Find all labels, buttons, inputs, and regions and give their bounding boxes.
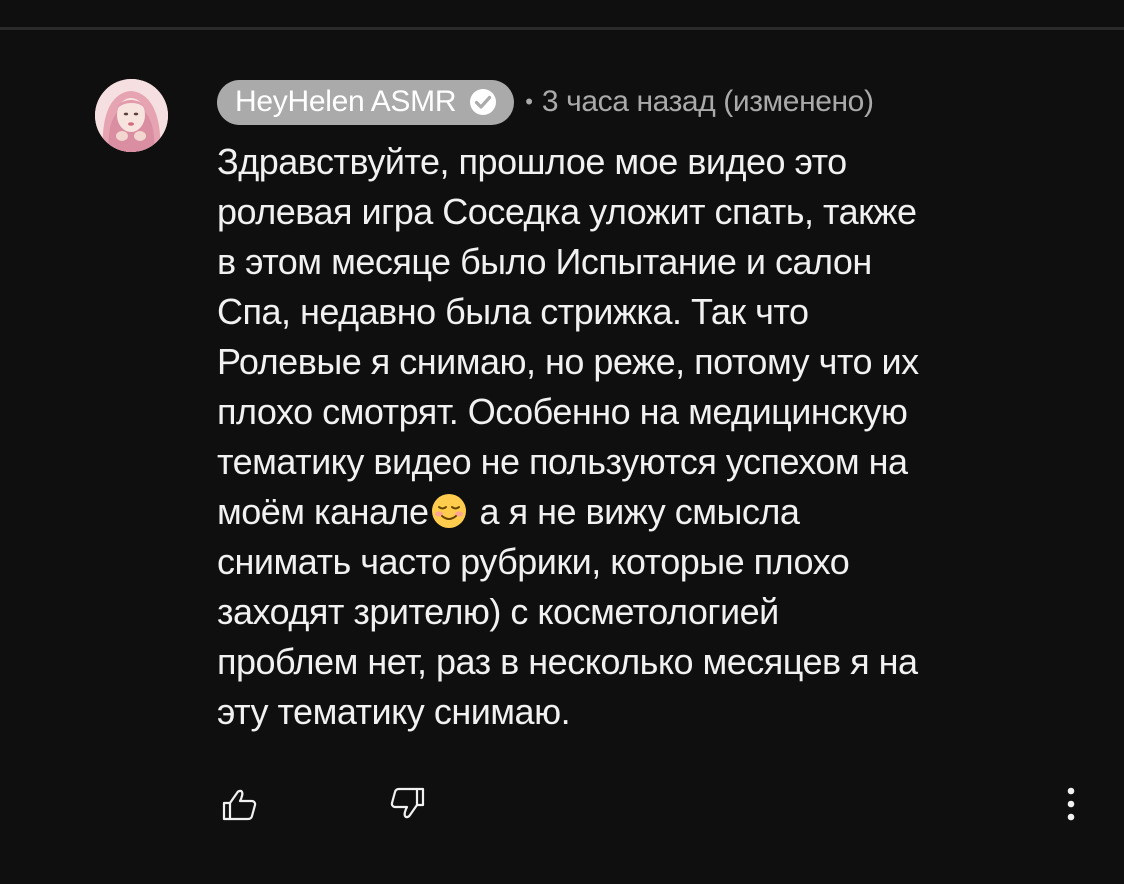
separator-dot: • <box>525 89 533 114</box>
smiling-face-emoji-icon <box>431 494 466 528</box>
comment: HeyHelen ASMR • 3 часа назад (изменено) … <box>217 78 1097 737</box>
comment-text: Здравствуйте, прошлое мое видео это роле… <box>217 137 1087 737</box>
comment-line-with-emoji: моём канале а я не вижу смысла <box>217 487 1087 537</box>
avatar-image <box>95 79 168 152</box>
thumbs-up-icon <box>222 789 257 821</box>
dislike-button[interactable] <box>386 782 430 826</box>
comment-line: в этом месяце было Испытание и салон <box>217 241 872 282</box>
comment-line: тематику видео не пользуются успехом на <box>217 441 908 482</box>
comment-fragment: моём канале <box>217 491 429 532</box>
comment-header: HeyHelen ASMR • 3 часа назад (изменено) <box>217 78 1097 126</box>
like-button[interactable] <box>217 782 261 826</box>
comment-fragment: а я не вижу смысла <box>479 491 800 532</box>
comment-timestamp: 3 часа назад (изменено) <box>541 85 874 118</box>
more-options-button[interactable] <box>1054 780 1088 828</box>
more-vertical-icon <box>1067 787 1075 821</box>
author-chip[interactable]: HeyHelen ASMR <box>217 79 515 125</box>
comment-line: эту тематику снимаю. <box>217 691 571 732</box>
thumbs-down-icon <box>390 787 425 819</box>
comment-line: проблем нет, раз в несколько месяцев я н… <box>217 641 918 682</box>
comment-line: Ролевые я снимаю, но реже, потому что их <box>217 341 919 382</box>
comment-line: Спа, недавно была стрижка. Так что <box>217 291 809 332</box>
comment-line: заходят зрителю) с косметологией <box>217 591 779 632</box>
comment-line: Здравствуйте, прошлое мое видео это <box>217 141 847 182</box>
comment-line: ролевая игра Соседка уложит спать, также <box>217 191 917 232</box>
author-name: HeyHelen ASMR <box>235 85 457 118</box>
verified-check-icon <box>470 89 497 115</box>
comment-line: снимать часто рубрики, которые плохо <box>217 541 850 582</box>
avatar[interactable] <box>95 79 168 152</box>
comment-line: плохо смотрят. Особенно на медицинскую <box>217 391 908 432</box>
top-divider <box>0 27 1124 30</box>
